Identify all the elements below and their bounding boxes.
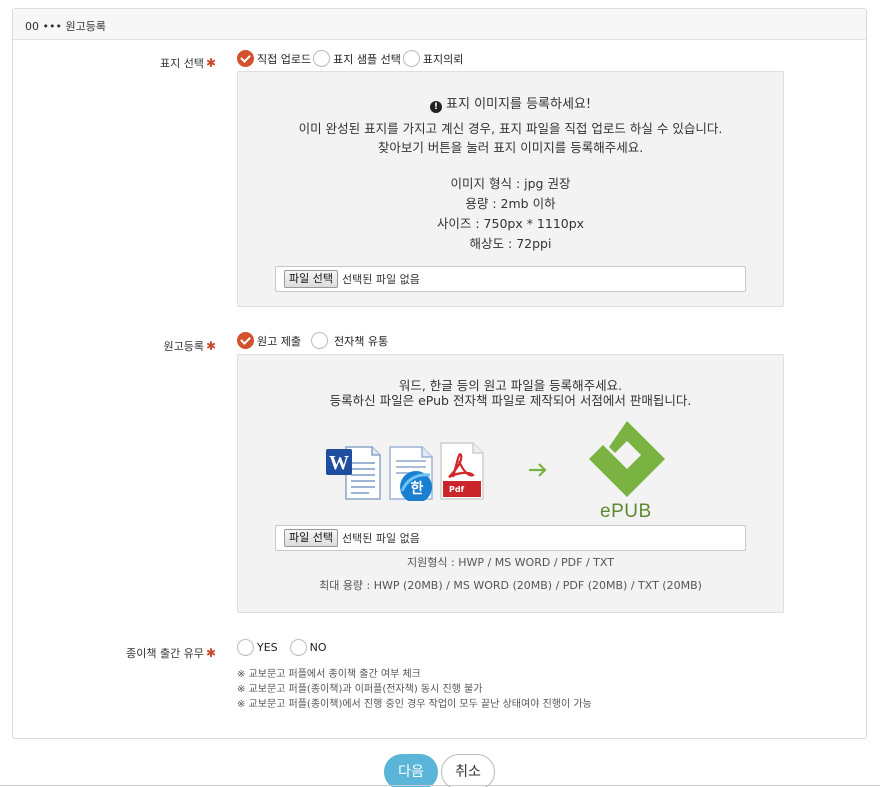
spec-resolution: 해상도 : 72ppi: [469, 236, 552, 251]
word-doc-icon: W: [326, 446, 381, 500]
radio-checked-icon[interactable]: [237, 50, 254, 67]
radio-icon[interactable]: [310, 332, 328, 349]
arrow-right-icon: [529, 463, 547, 477]
radio-icon[interactable]: [313, 50, 331, 67]
cover-notice-title: ! 표지 이미지를 등록하세요!: [238, 93, 783, 113]
cover-notice-line1: 이미 완성된 표지를 가지고 계신 경우, 표지 파일을 직접 업로드 하실 수…: [298, 121, 723, 136]
epub-text: ePUB: [600, 501, 652, 522]
paper-label: 종이책 출간 유무 ✱: [96, 645, 216, 661]
manuscript-option-label: 전자책 유통: [333, 334, 389, 348]
paper-note-2: ※ 교보문고 퍼플(종이책)과 이퍼플(전자책) 동시 진행 불가: [237, 684, 483, 695]
cover-option-label: 표지의뢰: [422, 52, 464, 66]
paper-option-label: YES: [257, 641, 278, 654]
cover-file-button[interactable]: 파일 선택: [284, 270, 338, 288]
required-icon: ✱: [205, 56, 216, 70]
paper-label-text: 종이책 출간 유무: [126, 647, 204, 660]
notice-title-text: 표지 이미지를 등록하세요!: [446, 97, 592, 112]
cover-upload-box: ! 표지 이미지를 등록하세요! 이미 완성된 표지를 가지고 계신 경우, 표…: [237, 71, 784, 307]
paper-note-1: ※ 교보문고 퍼플에서 종이책 출간 여부 체크: [237, 669, 421, 680]
cover-file-status: 선택된 파일 없음: [341, 273, 420, 286]
paper-options: YES NO: [237, 639, 329, 656]
radio-icon[interactable]: [402, 50, 420, 67]
cover-label-text: 표지 선택: [159, 57, 204, 70]
bottom-divider: [0, 785, 880, 786]
manuscript-file-button[interactable]: 파일 선택: [284, 529, 338, 547]
manuscript-label-text: 원고등록: [163, 340, 204, 353]
manuscript-label: 원고등록 ✱: [120, 338, 216, 354]
manuscript-file-input[interactable]: 파일 선택 선택된 파일 없음: [275, 525, 746, 551]
epub-logo: [589, 421, 665, 497]
spec-format: 이미지 형식 : jpg 권장: [450, 176, 571, 191]
manuscript-option-distribute[interactable]: 전자책 유통: [310, 332, 389, 349]
cover-option-request[interactable]: 표지의뢰: [402, 50, 464, 67]
cover-option-direct[interactable]: 직접 업로드: [237, 50, 311, 67]
manuscript-file-status: 선택된 파일 없음: [341, 532, 420, 545]
pdf-badge-text: Pdf: [449, 485, 465, 494]
alert-icon: !: [429, 101, 442, 113]
paper-option-no[interactable]: NO: [289, 639, 327, 656]
supported-formats: 지원형식 : HWP / MS WORD / PDF / TXT: [407, 556, 614, 569]
panel-header: 00 ••• 원고등록: [13, 9, 866, 40]
radio-checked-icon[interactable]: [237, 332, 254, 349]
next-button[interactable]: 다음: [384, 754, 438, 787]
manuscript-desc-line2: 등록하신 파일은 ePub 전자책 파일로 제작되어 서점에서 판매됩니다.: [329, 393, 692, 408]
svg-text:W: W: [329, 452, 349, 474]
max-size: 최대 용량 : HWP (20MB) / MS WORD (20MB) / PD…: [319, 579, 702, 592]
paper-note-3: ※ 교보문고 퍼플(종이책)에서 진행 중인 경우 작업이 모두 끝난 상태여야…: [237, 699, 592, 710]
cancel-button[interactable]: 취소: [441, 754, 495, 787]
cover-file-input[interactable]: 파일 선택 선택된 파일 없음: [275, 266, 746, 292]
manuscript-option-submit[interactable]: 원고 제출: [237, 332, 301, 349]
cover-option-label: 직접 업로드: [257, 52, 312, 66]
spec-size: 용량 : 2mb 이하: [465, 196, 556, 211]
cover-options: 직접 업로드 표지 샘플 선택 표지의뢰: [237, 50, 465, 67]
cover-label: 표지 선택 ✱: [120, 55, 216, 71]
cover-option-label: 표지 샘플 선택: [333, 52, 401, 66]
hangul-doc-icon: 한: [389, 446, 433, 501]
radio-icon[interactable]: [237, 639, 254, 656]
manuscript-option-label: 원고 제출: [257, 334, 301, 348]
manuscript-options: 원고 제출 전자책 유통: [237, 332, 390, 349]
cover-notice-line2: 찾아보기 버튼을 눌러 표지 이미지를 등록해주세요.: [377, 140, 644, 155]
cover-option-sample[interactable]: 표지 샘플 선택: [313, 50, 401, 67]
required-icon: ✱: [205, 646, 216, 660]
paper-option-yes[interactable]: YES: [237, 639, 278, 656]
svg-text:한: 한: [411, 481, 424, 497]
spec-dims: 사이즈 : 750px * 1110px: [436, 216, 585, 231]
manuscript-upload-box: 워드, 한글 등의 원고 파일을 등록해주세요. 등록하신 파일은 ePub 전…: [237, 354, 784, 613]
required-icon: ✱: [205, 339, 216, 353]
paper-option-label: NO: [309, 641, 327, 654]
radio-icon[interactable]: [289, 639, 307, 656]
